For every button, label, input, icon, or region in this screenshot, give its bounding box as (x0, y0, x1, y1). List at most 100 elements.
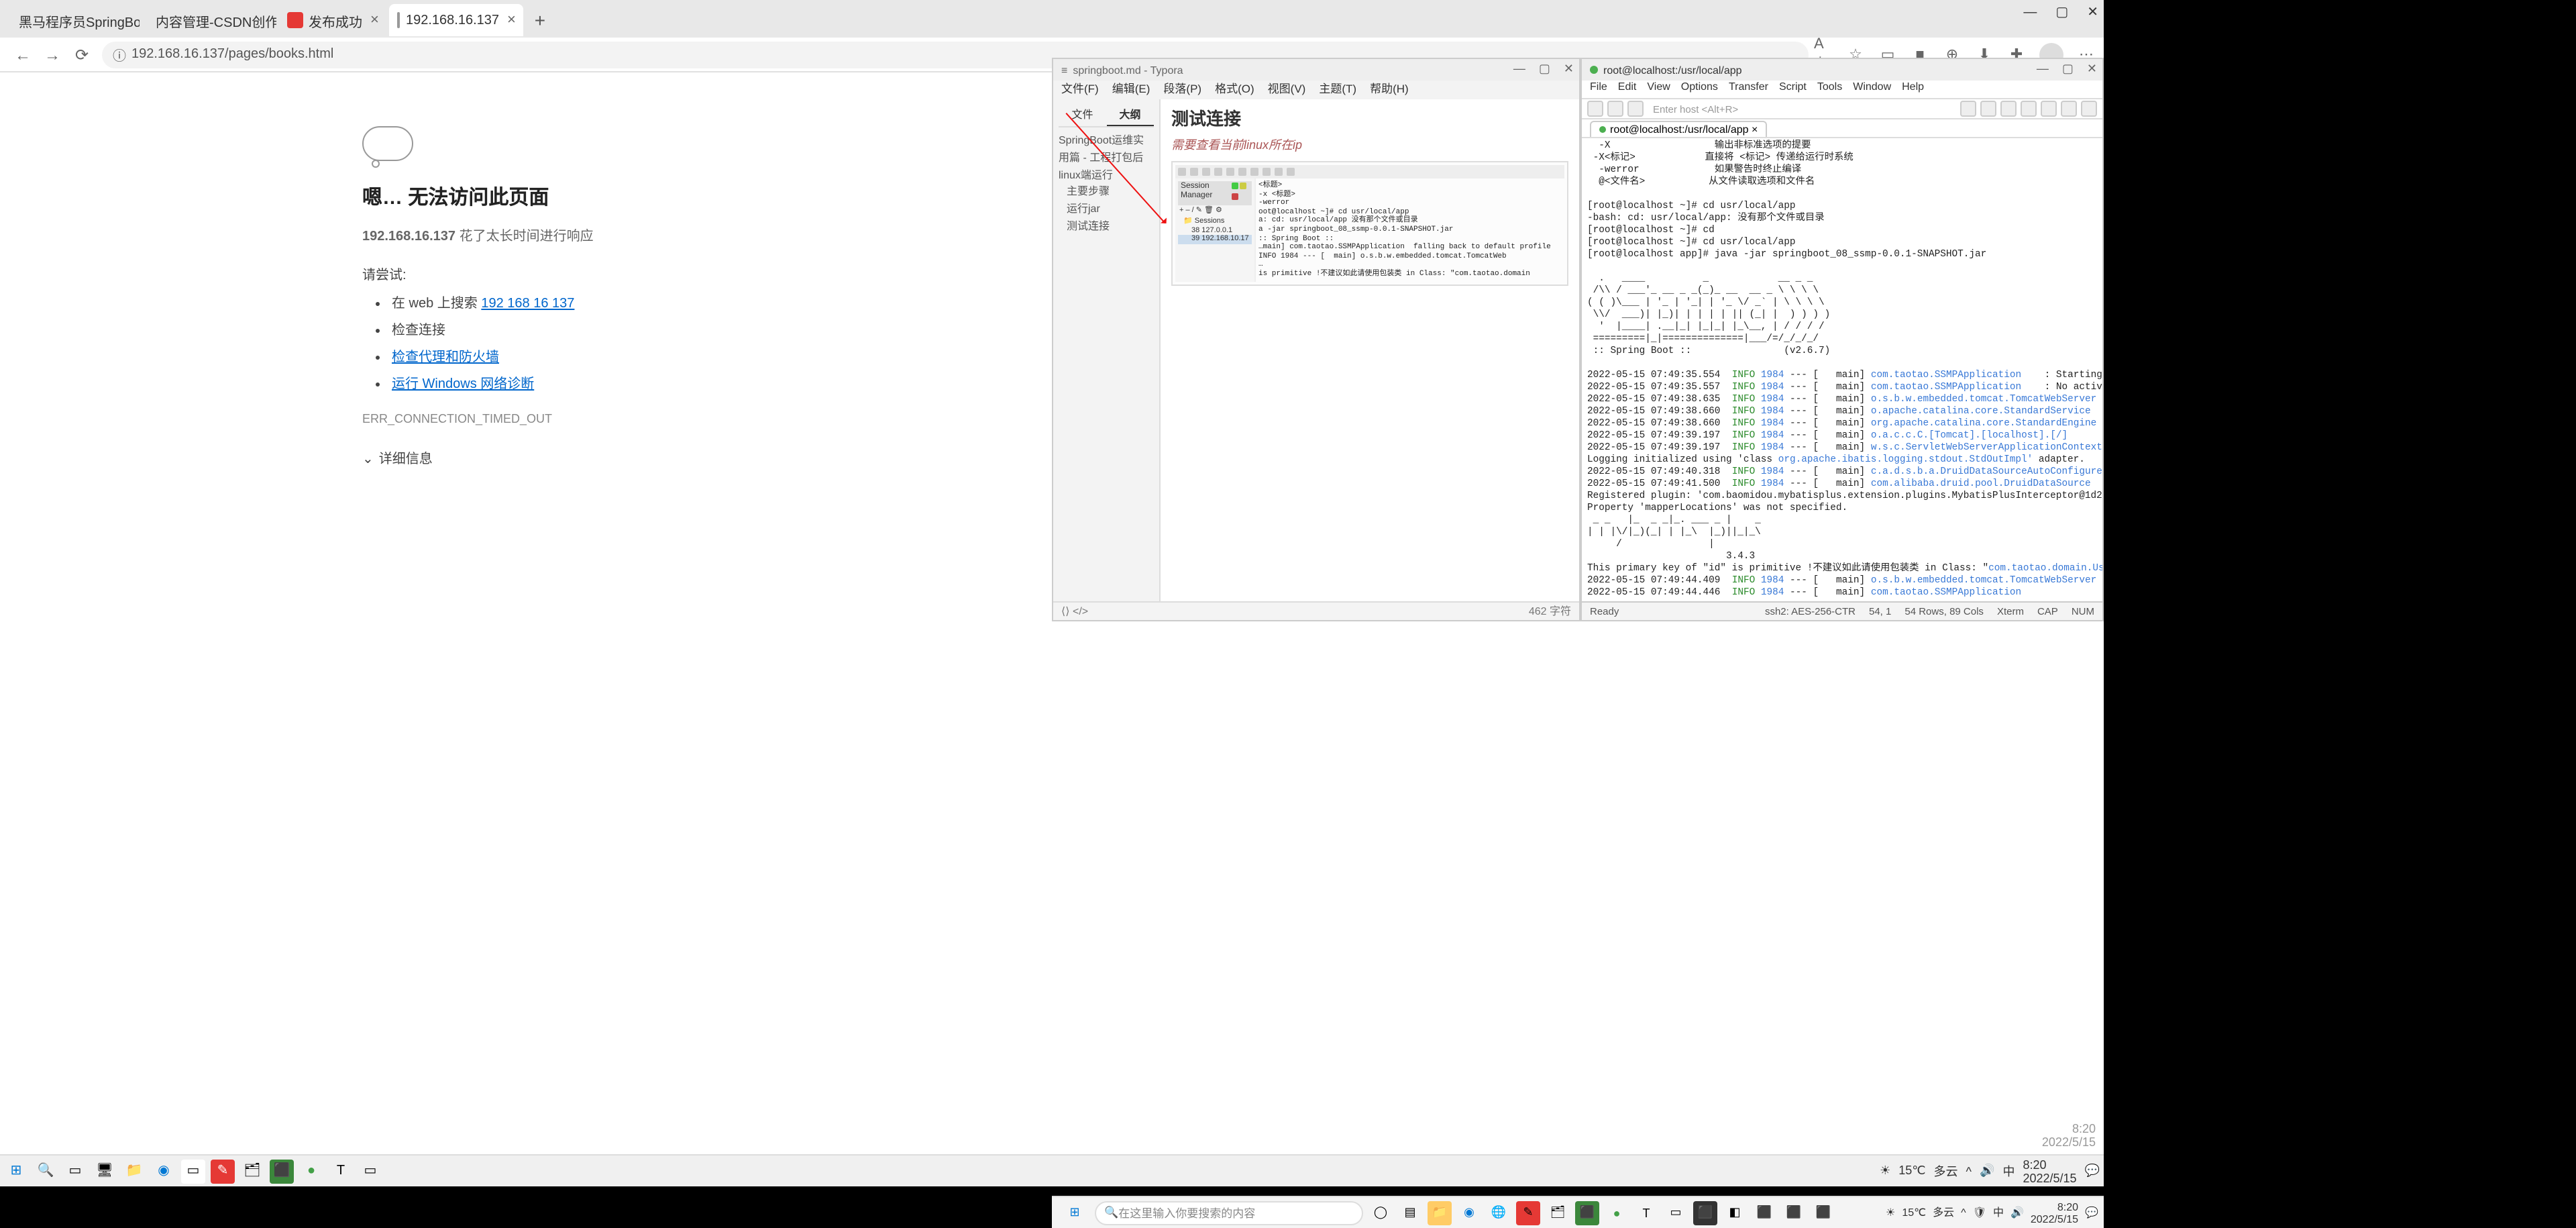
outline-item[interactable]: 运行jar (1059, 201, 1154, 219)
sidebar-tab-file[interactable]: 文件 (1059, 105, 1106, 126)
close-icon[interactable]: × (370, 12, 379, 28)
tab-3[interactable]: 发布成功× (279, 4, 387, 36)
maximize-button[interactable]: ▢ (2055, 5, 2068, 20)
outline-item[interactable]: 主要步骤 (1059, 185, 1154, 202)
menu-edit[interactable]: Edit (1618, 81, 1637, 98)
sidebar-tab-outline[interactable]: 大纲 (1106, 105, 1154, 126)
scrollback-icon[interactable] (2081, 101, 2097, 117)
menu-script[interactable]: Script (1779, 81, 1807, 98)
start-button[interactable]: ⊞ (4, 1159, 28, 1183)
minimize-button[interactable]: — (2023, 5, 2037, 20)
menu-help[interactable]: 帮助(H) (1370, 81, 1409, 99)
menu-format[interactable]: 格式(O) (1215, 81, 1254, 99)
taskbar-app[interactable]: ⬛ (1575, 1200, 1599, 1225)
help-icon[interactable] (2061, 101, 2077, 117)
typora-titlebar[interactable]: ≡ springboot.md - Typora — ▢ ✕ (1053, 59, 1579, 81)
taskbar-app[interactable]: ● (1605, 1200, 1629, 1225)
taskbar-app[interactable]: ⬛ (1752, 1200, 1776, 1225)
reconnect-icon[interactable] (1607, 101, 1623, 117)
tab-1[interactable]: 黑马程序员SpringBoot2全套视...× (5, 4, 140, 36)
status-size: 54 Rows, 89 Cols (1904, 605, 1984, 617)
task-view-icon[interactable]: ◯ (1368, 1200, 1393, 1225)
menu-window[interactable]: Window (1853, 81, 1891, 98)
taskbar-app[interactable]: ● (299, 1159, 323, 1183)
menu-paragraph[interactable]: 段落(P) (1163, 81, 1201, 99)
edge-icon[interactable]: ◉ (1457, 1200, 1481, 1225)
menu-file[interactable]: File (1590, 81, 1607, 98)
menu-view[interactable]: View (1647, 81, 1670, 98)
taskbar-app[interactable]: ◉ (152, 1159, 176, 1183)
url-text: 192.168.16.137/pages/books.html (131, 47, 333, 62)
tab-2[interactable]: 内容管理-CSDN创作中心× (142, 4, 276, 36)
terminal-output[interactable]: -X 输出非标准选项的提要 -X<标记> 直接将 <标记> 传递给运行时系统 -… (1582, 138, 2102, 601)
close-button[interactable]: ✕ (2087, 5, 2098, 20)
session-tab[interactable]: root@localhost:/usr/local/app × (1590, 120, 1767, 136)
settings-icon[interactable] (2041, 101, 2057, 117)
close-button[interactable]: ✕ (1564, 62, 1574, 76)
print-icon[interactable] (2021, 101, 2037, 117)
reload-button[interactable]: ⟳ (67, 45, 97, 64)
menu-view[interactable]: 视图(V) (1268, 81, 1306, 99)
outline-tree[interactable]: SpringBoot运维实用篇 - 工程打包后linux端运行 主要步骤 运行j… (1059, 133, 1154, 236)
disconnect-icon[interactable] (1627, 101, 1644, 117)
menu-edit[interactable]: 编辑(E) (1112, 81, 1150, 99)
copy-icon[interactable] (1960, 101, 1976, 117)
taskbar-app[interactable]: ◧ (1723, 1200, 1747, 1225)
minimize-button[interactable]: — (1513, 62, 1525, 76)
outline-item[interactable]: 测试连接 (1059, 219, 1154, 236)
explorer-icon[interactable]: 📁 (1428, 1200, 1452, 1225)
new-tab-button[interactable]: + (527, 9, 553, 31)
terminal-titlebar[interactable]: root@localhost:/usr/local/app — ▢ ✕ (1582, 59, 2102, 81)
host-input[interactable]: Enter host <Alt+R> (1648, 103, 1956, 115)
search-link[interactable]: 192 168 16 137 (481, 297, 574, 311)
taskbar-app[interactable]: ▭ (358, 1159, 382, 1183)
taskbar-app[interactable]: ✎ (211, 1159, 235, 1183)
find-icon[interactable] (2000, 101, 2017, 117)
maximize-button[interactable]: ▢ (1539, 62, 1550, 76)
paste-icon[interactable] (1980, 101, 1996, 117)
heading: 测试连接 (1171, 105, 1568, 130)
back-button[interactable]: ← (8, 45, 38, 64)
search-box[interactable]: 🔍 在这里输入你要搜索的内容 (1095, 1200, 1363, 1225)
taskbar-app[interactable]: ⬛ (270, 1159, 294, 1183)
taskbar-app[interactable]: ⬛ (1811, 1200, 1835, 1225)
status-xterm: Xterm (1997, 605, 2024, 617)
code-icon[interactable]: </> (1073, 605, 1088, 617)
taskbar-app[interactable]: 🗂 (240, 1159, 264, 1183)
taskbar-app[interactable]: 🗂 (1546, 1200, 1570, 1225)
system-tray[interactable]: ☀15℃多云 ^🛡中🔊 8:202022/5/15 💬 (1886, 1200, 2098, 1225)
status-ready: Ready (1590, 605, 1619, 617)
connect-icon[interactable] (1587, 101, 1603, 117)
task-view-icon[interactable]: ▭ (63, 1159, 87, 1183)
chrome-icon[interactable]: 🌐 (1487, 1200, 1511, 1225)
close-button[interactable]: ✕ (2087, 62, 2097, 76)
taskbar-app[interactable]: ⬛ (1693, 1200, 1717, 1225)
terminal-icon[interactable]: ▭ (1664, 1200, 1688, 1225)
proxy-link[interactable]: 检查代理和防火墙 (392, 350, 499, 365)
minimize-button[interactable]: — (2037, 62, 2049, 76)
start-button[interactable]: ⊞ (1063, 1200, 1087, 1225)
maximize-button[interactable]: ▢ (2062, 62, 2074, 76)
typora-icon[interactable]: T (1634, 1200, 1658, 1225)
taskbar-app[interactable]: 📁 (122, 1159, 146, 1183)
diagnostics-link[interactable]: 运行 Windows 网络诊断 (392, 377, 534, 392)
typora-menu-bar: 文件(F) 编辑(E) 段落(P) 格式(O) 视图(V) 主题(T) 帮助(H… (1053, 81, 1579, 99)
taskbar-app[interactable]: ⬛ (1782, 1200, 1806, 1225)
taskbar-app[interactable]: ✎ (1516, 1200, 1540, 1225)
menu-file[interactable]: 文件(F) (1061, 81, 1099, 99)
menu-tools[interactable]: Tools (1817, 81, 1842, 98)
typora-editor[interactable]: 测试连接 需要查看当前linux所在ip Session Manager + –… (1161, 99, 1579, 601)
source-mode-icon[interactable]: ⟨⟩ (1061, 605, 1070, 617)
close-icon[interactable]: × (507, 12, 516, 28)
menu-theme[interactable]: 主题(T) (1319, 81, 1356, 99)
menu-transfer[interactable]: Transfer (1729, 81, 1768, 98)
menu-options[interactable]: Options (1681, 81, 1718, 98)
taskbar-app[interactable]: 🖥 (93, 1159, 117, 1183)
taskbar-app[interactable]: ▭ (181, 1159, 205, 1183)
search-icon[interactable]: 🔍 (34, 1159, 58, 1183)
menu-help[interactable]: Help (1902, 81, 1924, 98)
taskbar-app[interactable]: T (329, 1159, 353, 1183)
widgets-icon[interactable]: ▤ (1398, 1200, 1422, 1225)
tab-4[interactable]: 192.168.16.137× (390, 4, 524, 36)
forward-button[interactable]: → (38, 45, 67, 64)
